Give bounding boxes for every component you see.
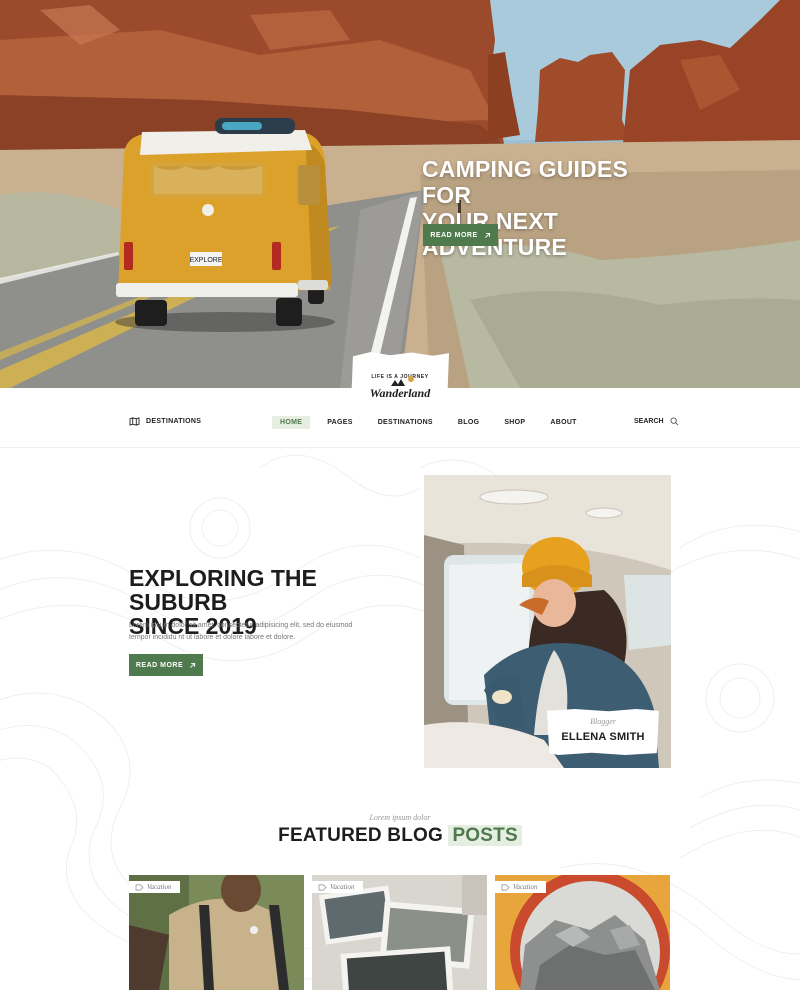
arrow-up-right-icon bbox=[484, 232, 490, 238]
author-badge: Blogger ELLENA SMITH bbox=[547, 709, 659, 755]
card-category-tag[interactable]: Vacation bbox=[129, 881, 180, 893]
search-label: SEARCH bbox=[634, 418, 664, 425]
logo-name: Wanderland bbox=[370, 386, 431, 400]
wanderland-logo-mark: LIFE IS A JOURNEY Wanderland bbox=[370, 370, 431, 400]
nav-item-home[interactable]: HOME bbox=[272, 416, 311, 429]
author-role: Blogger bbox=[590, 717, 616, 726]
site-logo[interactable]: LIFE IS A JOURNEY Wanderland bbox=[351, 352, 449, 406]
tag-icon bbox=[501, 884, 510, 891]
hero-title-line-1: CAMPING GUIDES FOR bbox=[422, 156, 628, 208]
map-icon bbox=[129, 417, 140, 426]
about-read-more-button[interactable]: READ MORE bbox=[129, 654, 203, 676]
search-button[interactable]: SEARCH bbox=[634, 417, 679, 426]
nav-item-pages[interactable]: PAGES bbox=[319, 416, 361, 429]
author-name: ELLENA SMITH bbox=[561, 731, 645, 743]
card-category-label: Vacation bbox=[513, 883, 538, 891]
blog-card[interactable]: Vacation bbox=[129, 875, 304, 990]
featured-title-main: FEATURED BLOG bbox=[278, 825, 443, 846]
nav-menu: HOME PAGES DESTINATIONS BLOG SHOP ABOUT bbox=[272, 416, 594, 429]
featured-subtitle: Lorem ipsum dolor bbox=[369, 813, 431, 822]
about-title-line-1: EXPLORING THE SUBURB bbox=[129, 565, 317, 615]
featured-title: FEATURED BLOG POSTS bbox=[0, 825, 800, 847]
nav-item-destinations[interactable]: DESTINATIONS bbox=[370, 416, 441, 429]
destinations-label: DESTINATIONS bbox=[146, 418, 202, 425]
card-category-tag[interactable]: Vacation bbox=[312, 881, 363, 893]
search-icon bbox=[670, 417, 678, 426]
hero-banner: EXPLORE CAMPING GUIDES FOR YOUR NEXT ADV… bbox=[0, 0, 800, 388]
hero-read-more-label: READ MORE bbox=[430, 231, 478, 239]
blog-card[interactable]: Vacation bbox=[495, 875, 670, 990]
featured-title-accent: POSTS bbox=[448, 825, 522, 846]
nav-item-shop[interactable]: SHOP bbox=[496, 416, 533, 429]
arrow-up-right-icon bbox=[190, 662, 196, 668]
nav-item-about[interactable]: ABOUT bbox=[542, 416, 584, 429]
tag-icon bbox=[318, 884, 327, 891]
about-read-more-label: READ MORE bbox=[135, 661, 184, 669]
tag-icon bbox=[135, 884, 144, 891]
nav-item-blog[interactable]: BLOG bbox=[450, 416, 487, 429]
card-category-tag[interactable]: Vacation bbox=[495, 881, 546, 893]
hero-read-more-button[interactable]: READ MORE bbox=[423, 224, 498, 246]
card-category-label: Vacation bbox=[147, 883, 172, 891]
logo-tagline: LIFE IS A JOURNEY bbox=[371, 374, 428, 380]
van-license-plate: EXPLORE bbox=[189, 257, 222, 264]
card-category-label: Vacation bbox=[330, 883, 355, 891]
about-description: Lorem ipsum dolor sit amet, consectetur … bbox=[129, 622, 353, 641]
blog-card[interactable]: Vacation bbox=[312, 875, 487, 990]
destinations-link[interactable]: DESTINATIONS bbox=[129, 417, 201, 426]
